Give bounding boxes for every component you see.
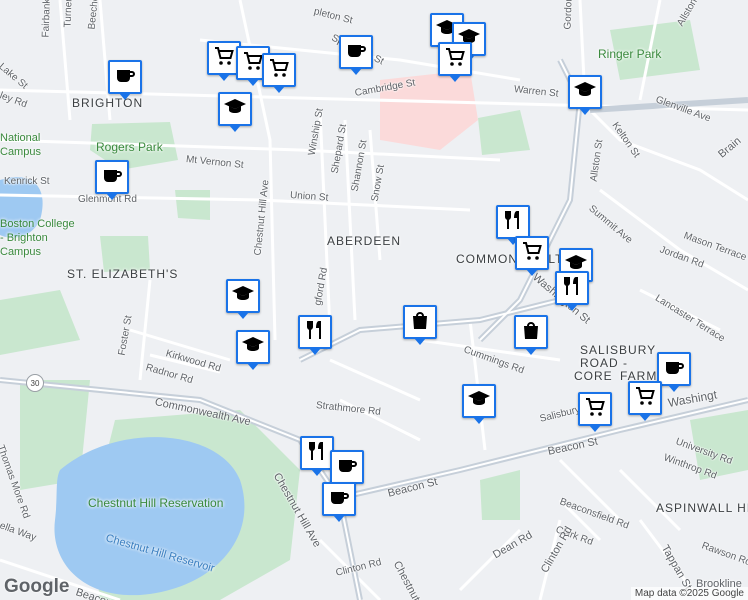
shopping-cart-icon	[633, 384, 657, 413]
coffee-marker[interactable]	[322, 482, 356, 522]
area-label-salisbury: SALISBURY	[580, 343, 657, 357]
area-label-brighton: BRIGHTON	[72, 96, 144, 110]
google-logo: Google	[4, 576, 70, 597]
restaurant-marker[interactable]	[300, 436, 334, 476]
coffee-icon	[335, 453, 359, 482]
graduation-cap-icon	[573, 78, 597, 107]
graduation-cap-marker[interactable]	[462, 384, 496, 424]
map-canvas[interactable]: BRIGHTON ABERDEEN ST. ELIZABETH'S COMMON…	[0, 0, 748, 600]
park-label-bc-2: - Brighton	[0, 232, 48, 244]
graduation-cap-icon	[241, 333, 265, 362]
graduation-cap-icon	[231, 282, 255, 311]
restaurant-icon	[303, 318, 327, 347]
shopping-bag-marker[interactable]	[514, 315, 548, 355]
area-label-aspinwall: ASPINWALL HILL	[656, 501, 748, 515]
coffee-marker[interactable]	[108, 60, 142, 100]
coffee-icon	[113, 63, 137, 92]
area-label-salisbury-2: ROAD -	[580, 356, 628, 370]
shopping-cart-icon	[212, 44, 236, 73]
area-label-st-elizabeths: ST. ELIZABETH'S	[67, 267, 179, 281]
graduation-cap-icon	[223, 95, 247, 124]
coffee-marker[interactable]	[657, 352, 691, 392]
graduation-cap-marker[interactable]	[568, 75, 602, 115]
park-label-national: National	[0, 132, 41, 144]
area-label-salisbury-3: CORE	[574, 369, 613, 383]
coffee-marker[interactable]	[339, 35, 373, 75]
restaurant-marker[interactable]	[496, 205, 530, 245]
park-label-ringer: Ringer Park	[598, 47, 662, 61]
shopping-bag-icon	[519, 318, 543, 347]
graduation-cap-marker[interactable]	[226, 279, 260, 319]
street-label-turner: Turner St	[62, 0, 75, 28]
graduation-cap-marker[interactable]	[236, 330, 270, 370]
street-label-kenrick: Kenrick St	[4, 176, 50, 187]
restaurant-marker[interactable]	[298, 315, 332, 355]
shopping-bag-marker[interactable]	[403, 305, 437, 345]
street-label-fairbanks: Fairbanks St	[40, 0, 54, 38]
shopping-cart-marker[interactable]	[262, 53, 296, 93]
shopping-cart-icon	[267, 56, 291, 85]
area-label-aberdeen: ABERDEEN	[327, 234, 402, 248]
shopping-cart-marker[interactable]	[628, 381, 662, 421]
coffee-marker[interactable]	[330, 450, 364, 490]
shopping-cart-marker[interactable]	[578, 392, 612, 432]
coffee-icon	[662, 355, 686, 384]
shopping-cart-marker[interactable]	[515, 236, 549, 276]
shopping-cart-icon	[443, 45, 467, 74]
park-label-bc-1: Boston College	[0, 218, 75, 230]
coffee-icon	[327, 485, 351, 514]
street-label-gordon: Gordon St	[562, 0, 576, 30]
shopping-cart-icon	[583, 395, 607, 424]
park-label-national-2: Campus	[0, 146, 41, 158]
shopping-cart-marker[interactable]	[438, 42, 472, 82]
graduation-cap-icon	[467, 387, 491, 416]
map-attribution[interactable]: Map data ©2025 Google	[630, 587, 748, 600]
park-label-bc-3: Campus	[0, 246, 41, 258]
coffee-icon	[344, 38, 368, 67]
restaurant-icon	[501, 208, 525, 237]
graduation-cap-marker[interactable]	[218, 92, 252, 132]
shopping-bag-icon	[408, 308, 432, 337]
restaurant-marker[interactable]	[555, 271, 589, 311]
shopping-cart-icon	[520, 239, 544, 268]
coffee-icon	[100, 163, 124, 192]
route-shield: 30	[26, 374, 44, 392]
restaurant-icon	[560, 274, 584, 303]
restaurant-icon	[305, 439, 329, 468]
park-label-chestnut-hill-reservation: Chestnut Hill Reservation	[88, 496, 224, 510]
coffee-marker[interactable]	[95, 160, 129, 200]
park-label-rogers: Rogers Park	[96, 140, 163, 154]
